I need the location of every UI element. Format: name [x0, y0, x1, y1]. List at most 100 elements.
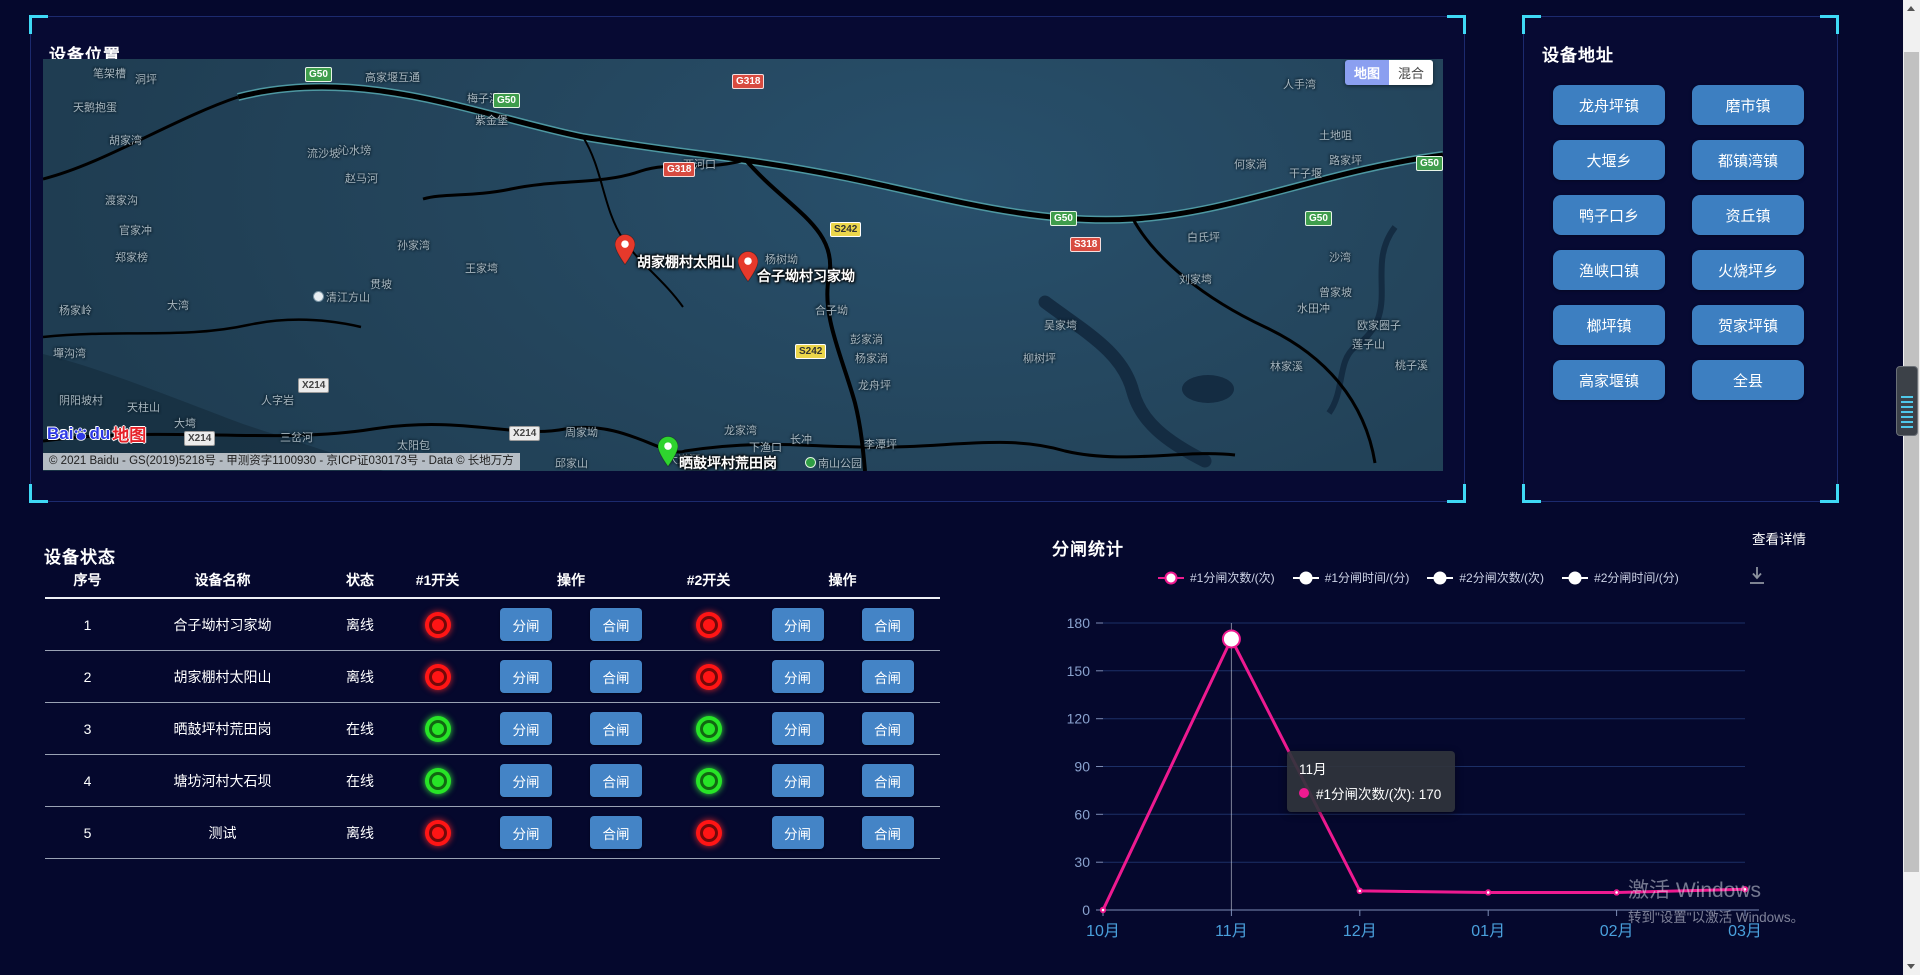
- tooltip-series-dot: [1299, 788, 1309, 798]
- device-pin-icon[interactable]: [738, 251, 758, 287]
- close-switch-button[interactable]: 合闸: [862, 712, 914, 745]
- map-type-hybrid-button[interactable]: 混合: [1389, 60, 1433, 85]
- address-button[interactable]: 都镇湾镇: [1692, 140, 1804, 180]
- address-button[interactable]: 大堰乡: [1553, 140, 1665, 180]
- table-row: 1合子坳村习家坳离线分闸合闸分闸合闸: [45, 599, 940, 651]
- corner-decoration: [1522, 484, 1541, 503]
- switch1-indicator: [425, 820, 451, 846]
- map-place-label: 天柱山: [127, 399, 160, 415]
- corner-decoration: [1820, 15, 1839, 34]
- table-header-cell: 操作: [470, 570, 672, 590]
- address-button[interactable]: 磨市镇: [1692, 85, 1804, 125]
- open-switch-button[interactable]: 分闸: [500, 816, 552, 849]
- address-button[interactable]: 资丘镇: [1692, 195, 1804, 235]
- close-switch-button[interactable]: 合闸: [590, 816, 642, 849]
- view-details-link[interactable]: 查看详情: [1752, 528, 1806, 548]
- map-place-label: 人手湾: [1283, 76, 1316, 92]
- road-badge: G50: [493, 93, 520, 108]
- device-status: 在线: [315, 771, 405, 791]
- map-place-label: 长冲: [790, 431, 812, 447]
- table-header-cell: 操作: [745, 570, 940, 590]
- row-index: 1: [45, 617, 130, 633]
- map-place-label: 笔架槽: [93, 65, 126, 81]
- corner-decoration: [1447, 15, 1466, 34]
- open-switch-button[interactable]: 分闸: [772, 712, 824, 745]
- table-header-cell: 状态: [315, 570, 405, 590]
- row-index: 5: [45, 825, 130, 841]
- svg-text:60: 60: [1074, 806, 1090, 822]
- map-type-control: 地图 混合: [1345, 60, 1433, 85]
- map-place-label: 三岔河: [280, 429, 313, 445]
- close-switch-button[interactable]: 合闸: [862, 608, 914, 641]
- scrollbar-thumb[interactable]: [1904, 52, 1919, 872]
- open-switch-button[interactable]: 分闸: [500, 608, 552, 641]
- legend-item[interactable]: #1分闸次数/(次): [1158, 569, 1275, 586]
- svg-text:30: 30: [1074, 854, 1090, 870]
- close-switch-button[interactable]: 合闸: [590, 608, 642, 641]
- open-switch-button[interactable]: 分闸: [772, 660, 824, 693]
- map-place-label: 阴阳坡村: [59, 392, 103, 408]
- open-switch-button[interactable]: 分闸: [500, 764, 552, 797]
- close-switch-button[interactable]: 合闸: [590, 764, 642, 797]
- close-switch-button[interactable]: 合闸: [862, 764, 914, 797]
- device-pin-icon[interactable]: [615, 234, 635, 270]
- svg-text:120: 120: [1067, 711, 1091, 727]
- road-badge: S318: [1070, 237, 1101, 252]
- address-button[interactable]: 鸭子口乡: [1553, 195, 1665, 235]
- legend-item[interactable]: #1分闸时间/(分): [1293, 569, 1410, 586]
- map-place-label: 水田冲: [1297, 300, 1330, 316]
- close-switch-button[interactable]: 合闸: [862, 660, 914, 693]
- svg-text:0: 0: [1082, 902, 1090, 918]
- road-badge: X214: [509, 426, 540, 441]
- map-place-label: 赵马河: [345, 170, 378, 186]
- map-place-label: 官家冲: [119, 222, 152, 238]
- address-button-grid: 龙舟坪镇磨市镇大堰乡都镇湾镇鸭子口乡资丘镇渔峡口镇火烧坪乡榔坪镇贺家坪镇高家堰镇…: [1553, 85, 1804, 400]
- switch2-indicator: [696, 768, 722, 794]
- address-button[interactable]: 渔峡口镇: [1553, 250, 1665, 290]
- map-type-map-button[interactable]: 地图: [1345, 60, 1389, 85]
- device-pin-icon[interactable]: [658, 436, 678, 471]
- map-place-label: 洞坪: [135, 71, 157, 87]
- device-status: 在线: [315, 719, 405, 739]
- svg-text:180: 180: [1067, 615, 1091, 631]
- close-switch-button[interactable]: 合闸: [590, 660, 642, 693]
- map-place-label: 林家溪: [1270, 358, 1303, 374]
- legend-item[interactable]: #2分闸时间/(分): [1562, 569, 1679, 586]
- map-place-label: 杨家岭: [59, 302, 92, 318]
- road-badge: G318: [663, 162, 695, 177]
- map-place-label: 彭家淌: [850, 331, 883, 347]
- open-switch-button[interactable]: 分闸: [500, 712, 552, 745]
- table-header-cell: 序号: [45, 570, 130, 590]
- baidu-logo-du: du: [89, 424, 110, 444]
- baidu-map[interactable]: 笔架槽洞坪天鹅抱蛋胡家湾渡家沟官家冲郑家榜大湾杨家岭墠沟湾阴阳坡村天柱山人字岩大…: [43, 59, 1443, 471]
- address-button[interactable]: 龙舟坪镇: [1553, 85, 1665, 125]
- svg-text:01月: 01月: [1471, 923, 1505, 940]
- address-button[interactable]: 火烧坪乡: [1692, 250, 1804, 290]
- scrollbar-down-arrow[interactable]: [1903, 958, 1920, 975]
- page-scrollbar: [1903, 0, 1920, 975]
- open-switch-button[interactable]: 分闸: [772, 816, 824, 849]
- address-button[interactable]: 高家堰镇: [1553, 360, 1665, 400]
- open-switch-button[interactable]: 分闸: [772, 608, 824, 641]
- close-switch-button[interactable]: 合闸: [590, 712, 642, 745]
- corner-decoration: [1522, 15, 1541, 34]
- address-button[interactable]: 贺家坪镇: [1692, 305, 1804, 345]
- scrollbar-up-arrow[interactable]: [1903, 0, 1920, 17]
- device-name: 晒鼓坪村荒田岗: [130, 719, 315, 739]
- map-place-label: 路家坪: [1329, 152, 1362, 168]
- map-place-label: 周家坳: [565, 424, 598, 440]
- corner-decoration: [1447, 484, 1466, 503]
- close-switch-button[interactable]: 合闸: [862, 816, 914, 849]
- legend-item[interactable]: #2分闸次数/(次): [1427, 569, 1544, 586]
- open-switch-button[interactable]: 分闸: [500, 660, 552, 693]
- device-status: 离线: [315, 667, 405, 687]
- map-place-label: 郑家榜: [115, 249, 148, 265]
- map-place-label: 土地咀: [1319, 127, 1352, 143]
- switch2-indicator: [696, 664, 722, 690]
- download-icon[interactable]: [1746, 564, 1768, 591]
- scrollbar-widget[interactable]: [1896, 366, 1918, 436]
- address-button[interactable]: 榔坪镇: [1553, 305, 1665, 345]
- legend-marker-icon: [1158, 577, 1184, 579]
- open-switch-button[interactable]: 分闸: [772, 764, 824, 797]
- address-button[interactable]: 全县: [1692, 360, 1804, 400]
